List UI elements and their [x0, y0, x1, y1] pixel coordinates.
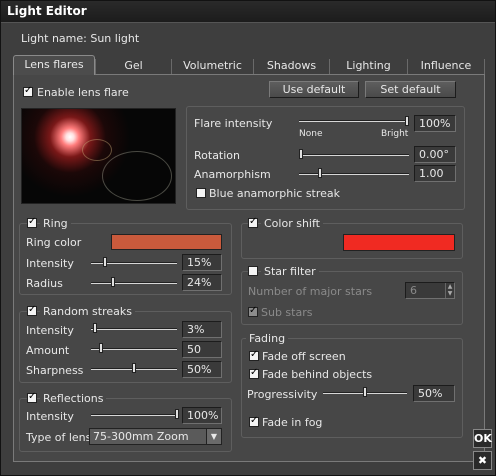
stepper-arrows-icon[interactable]: ▲ ▼ [445, 283, 454, 298]
ring-color-swatch[interactable] [111, 234, 222, 250]
major-stars-label: Number of major stars [248, 285, 373, 298]
streaks-intensity-label: Intensity [26, 324, 74, 337]
lens-type-select[interactable]: 75-300mm Zoom ▼ [89, 428, 222, 445]
reflections-checkbox[interactable] [27, 391, 37, 403]
lens-flare-preview [21, 108, 176, 204]
fade-in-fog-label: Fade in fog [262, 416, 323, 429]
flare-ring [82, 139, 112, 161]
fade-in-fog-checkbox[interactable] [249, 415, 259, 427]
flare-intensity-slider-thumb[interactable] [405, 116, 409, 126]
reflections-intensity-slider-thumb[interactable] [175, 409, 179, 419]
blue-anamorphic-streak-label: Blue anamorphic streak [209, 187, 341, 200]
lens-type-value: 75-300mm Zoom [93, 430, 189, 443]
set-default-button[interactable]: Set default [365, 81, 456, 98]
ring-radius-slider-track[interactable] [91, 282, 177, 284]
sub-stars-label: Sub stars [261, 306, 313, 319]
streaks-amount-slider-thumb[interactable] [99, 343, 104, 353]
close-icon: ✖ [477, 454, 488, 467]
progressivity-slider-thumb[interactable] [363, 387, 367, 397]
streaks-sharpness-slider-thumb[interactable] [132, 363, 136, 373]
major-stars-value: 6 [410, 284, 417, 297]
ring-intensity-label: Intensity [26, 257, 74, 270]
fading-label: Fading [246, 332, 289, 345]
rotation-slider-track[interactable] [299, 154, 409, 156]
streaks-sharpness-field[interactable]: 50% [182, 361, 222, 378]
ring-checkbox[interactable] [27, 216, 37, 228]
light-editor-window: Light Editor Light name: Sun light Lens … [0, 0, 496, 476]
rotation-slider-thumb[interactable] [299, 149, 303, 159]
close-button[interactable]: ✖ [473, 451, 492, 470]
reflections-label: Reflections [40, 392, 107, 405]
enable-lens-flare-checkbox[interactable] [23, 85, 33, 97]
random-streaks-label: Random streaks [40, 305, 135, 318]
streaks-intensity-slider-track[interactable] [91, 328, 177, 330]
fade-behind-objects-label: Fade behind objects [262, 368, 373, 381]
rotation-label: Rotation [194, 149, 241, 162]
ring-intensity-slider-thumb[interactable] [103, 257, 108, 267]
bright-label: Bright [381, 129, 409, 139]
anamorphism-slider-track[interactable] [299, 173, 409, 175]
ring-radius-slider-thumb[interactable] [110, 277, 115, 287]
reflections-intensity-slider-track[interactable] [91, 414, 179, 416]
star-filter-label: Star filter [261, 265, 319, 278]
blue-anamorphic-streak-checkbox[interactable] [196, 188, 206, 198]
anamorphism-field[interactable]: 1.00 [414, 165, 456, 182]
streaks-amount-label: Amount [26, 344, 70, 357]
tab-bar: Lens flares Gel Volumetric Shadows Light… [13, 55, 485, 75]
flare-halo [102, 151, 172, 201]
light-name-label: Light name: Sun light [21, 32, 140, 45]
lens-type-label: Type of lens [26, 431, 92, 444]
tab-volumetric[interactable]: Volumetric [171, 59, 253, 74]
enable-lens-flare-label: Enable lens flare [37, 86, 129, 99]
ring-label: Ring [40, 217, 71, 230]
random-streaks-checkbox[interactable] [27, 304, 37, 316]
sub-stars-checkbox[interactable] [248, 305, 258, 317]
tab-gel[interactable]: Gel [95, 59, 171, 74]
tab-lighting[interactable]: Lighting [329, 59, 407, 74]
fade-off-screen-label: Fade off screen [262, 350, 346, 363]
color-shift-label: Color shift [261, 217, 323, 230]
streaks-intensity-slider-thumb[interactable] [93, 323, 98, 333]
streaks-amount-field[interactable]: 50 [182, 341, 222, 358]
fade-off-screen-checkbox[interactable] [249, 349, 259, 361]
flare-intensity-field[interactable]: 100% [414, 115, 456, 132]
use-default-button[interactable]: Use default [269, 81, 359, 98]
anamorphism-slider-thumb[interactable] [318, 168, 323, 178]
star-filter-checkbox[interactable] [248, 266, 258, 276]
major-stars-stepper[interactable]: 6 ▲ ▼ [405, 282, 455, 299]
title-bar[interactable]: Light Editor [1, 1, 495, 23]
tab-lens-flares[interactable]: Lens flares [13, 55, 95, 75]
streaks-amount-slider-track[interactable] [91, 348, 177, 350]
chevron-down-icon[interactable]: ▼ [206, 429, 221, 444]
ring-color-label: Ring color [26, 236, 82, 249]
progressivity-field[interactable]: 50% [413, 385, 455, 402]
rotation-field[interactable]: 0.00° [414, 146, 456, 163]
ring-radius-field[interactable]: 24% [182, 274, 222, 291]
streaks-intensity-field[interactable]: 3% [182, 321, 222, 338]
ring-intensity-field[interactable]: 15% [182, 254, 222, 271]
color-shift-swatch[interactable] [343, 234, 455, 251]
tab-influence[interactable]: Influence [407, 59, 485, 74]
ring-radius-label: Radius [26, 277, 63, 290]
flare-intensity-slider-track[interactable] [299, 120, 409, 122]
reflections-intensity-field[interactable]: 100% [182, 407, 222, 424]
none-label: None [299, 129, 323, 139]
anamorphism-label: Anamorphism [194, 168, 271, 181]
streaks-sharpness-label: Sharpness [26, 364, 84, 377]
window-title: Light Editor [7, 4, 87, 18]
color-shift-checkbox[interactable] [248, 216, 258, 228]
fade-behind-objects-checkbox[interactable] [249, 367, 259, 379]
ok-button[interactable]: OK [473, 429, 492, 448]
progressivity-label: Progressivity [247, 388, 318, 401]
reflections-intensity-label: Intensity [26, 410, 74, 423]
tab-shadows[interactable]: Shadows [253, 59, 329, 74]
flare-intensity-label: Flare intensity [194, 117, 273, 130]
